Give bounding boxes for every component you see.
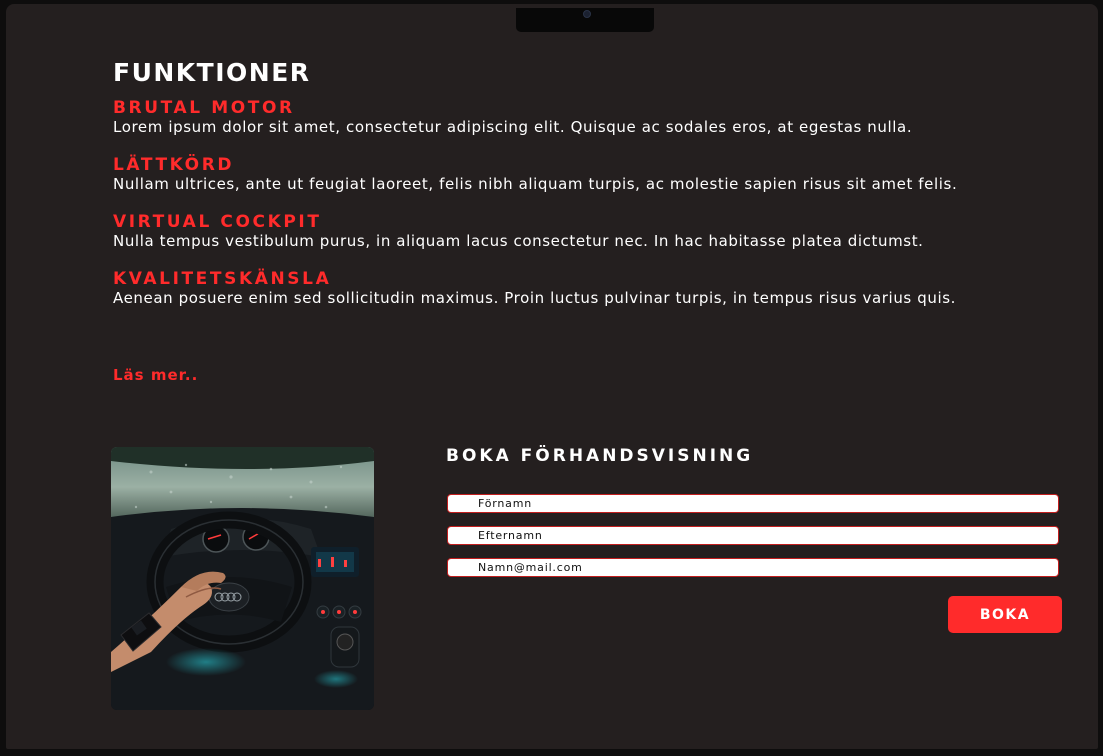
- first-name-input[interactable]: [447, 494, 1059, 513]
- feature-title: LÄTTKÖRD: [113, 155, 235, 175]
- features-heading: FUNKTIONER: [113, 58, 311, 87]
- feature-item: LÄTTKÖRD Nullam ultrices, ante ut feugia…: [113, 155, 973, 194]
- feature-item: VIRTUAL COCKPIT Nulla tempus vestibulum …: [113, 212, 973, 251]
- feature-text: Nullam ultrices, ante ut feugiat laoreet…: [113, 175, 958, 193]
- features-list: BRUTAL MOTOR Lorem ipsum dolor sit amet,…: [113, 98, 973, 326]
- device-notch: [516, 8, 654, 32]
- car-interior-image: [111, 447, 374, 710]
- camera-icon: [583, 10, 591, 18]
- last-name-input[interactable]: [447, 526, 1059, 545]
- feature-item: BRUTAL MOTOR Lorem ipsum dolor sit amet,…: [113, 98, 973, 137]
- email-input[interactable]: [447, 558, 1059, 577]
- book-button[interactable]: BOKA: [948, 596, 1062, 633]
- feature-title: VIRTUAL COCKPIT: [113, 212, 322, 232]
- feature-text: Aenean posuere enim sed sollicitudin max…: [113, 289, 956, 307]
- feature-title: BRUTAL MOTOR: [113, 98, 295, 118]
- device-screen: FUNKTIONER BRUTAL MOTOR Lorem ipsum dolo…: [6, 4, 1098, 749]
- feature-title: KVALITETSKÄNSLA: [113, 269, 332, 289]
- feature-text: Nulla tempus vestibulum purus, in aliqua…: [113, 232, 924, 250]
- read-more-link[interactable]: Läs mer..: [113, 366, 198, 384]
- feature-text: Lorem ipsum dolor sit amet, consectetur …: [113, 118, 913, 136]
- booking-form-title: BOKA FÖRHANDSVISNING: [446, 446, 754, 466]
- feature-item: KVALITETSKÄNSLA Aenean posuere enim sed …: [113, 269, 973, 308]
